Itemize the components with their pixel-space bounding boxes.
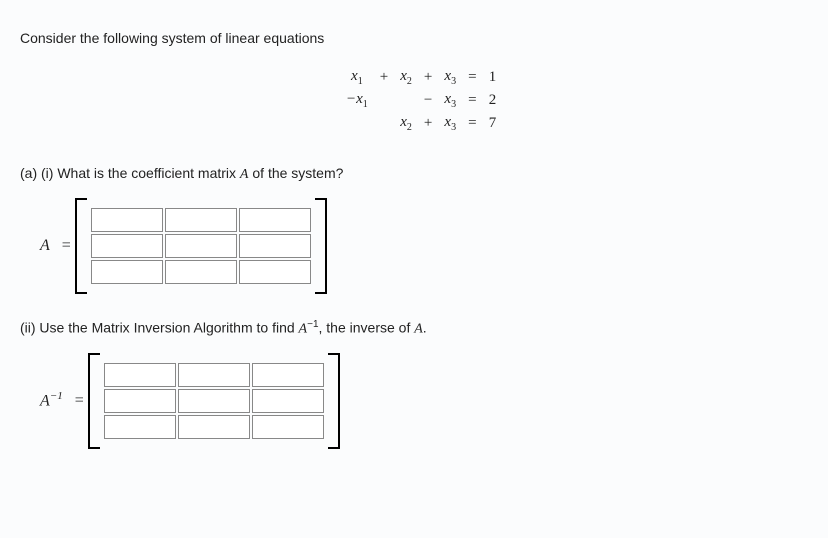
equals-sign: =	[62, 237, 71, 255]
bracket-left-icon	[88, 353, 100, 449]
equation-row: x1 + x2 + x3 = 1	[340, 66, 503, 89]
matrix-Ainv-cell[interactable]	[178, 415, 250, 439]
matrix-A-grid	[87, 198, 315, 294]
matrix-A-cell[interactable]	[91, 260, 163, 284]
matrix-Ainv-grid	[100, 353, 328, 449]
matrix-A-entry: A =	[40, 198, 808, 294]
bracket-left-icon	[75, 198, 87, 294]
intro-text: Consider the following system of linear …	[20, 30, 808, 46]
matrix-A-cell[interactable]	[239, 234, 311, 258]
matrix-A-cell[interactable]	[91, 208, 163, 232]
matrix-Ainv-cell[interactable]	[178, 363, 250, 387]
matrix-Ainv-entry: A−1 =	[40, 353, 808, 449]
matrix-A-cell[interactable]	[239, 208, 311, 232]
matrix-Ainv-cell[interactable]	[252, 389, 324, 413]
matrix-Ainv-label: A−1	[40, 390, 63, 410]
matrix-A-label: A	[40, 237, 50, 255]
linear-system: x1 + x2 + x3 = 1 −x1 − x3 = 2 x2 + x3 = …	[340, 66, 808, 135]
matrix-A-cell[interactable]	[239, 260, 311, 284]
equals-sign: =	[75, 392, 84, 410]
equation-row: x2 + x3 = 7	[340, 112, 503, 135]
equation-row: −x1 − x3 = 2	[340, 89, 503, 112]
matrix-Ainv-cell[interactable]	[252, 415, 324, 439]
matrix-Ainv-cell[interactable]	[104, 389, 176, 413]
matrix-A-cell[interactable]	[165, 260, 237, 284]
bracket-right-icon	[328, 353, 340, 449]
bracket-right-icon	[315, 198, 327, 294]
matrix-Ainv-cell[interactable]	[178, 389, 250, 413]
question-a-ii: (ii) Use the Matrix Inversion Algorithm …	[20, 319, 808, 338]
matrix-A-cell[interactable]	[91, 234, 163, 258]
matrix-Ainv-cell[interactable]	[104, 363, 176, 387]
question-a-i: (a) (i) What is the coefficient matrix A…	[20, 165, 808, 183]
matrix-A-cell[interactable]	[165, 234, 237, 258]
matrix-Ainv-cell[interactable]	[104, 415, 176, 439]
matrix-Ainv-cell[interactable]	[252, 363, 324, 387]
matrix-A-cell[interactable]	[165, 208, 237, 232]
